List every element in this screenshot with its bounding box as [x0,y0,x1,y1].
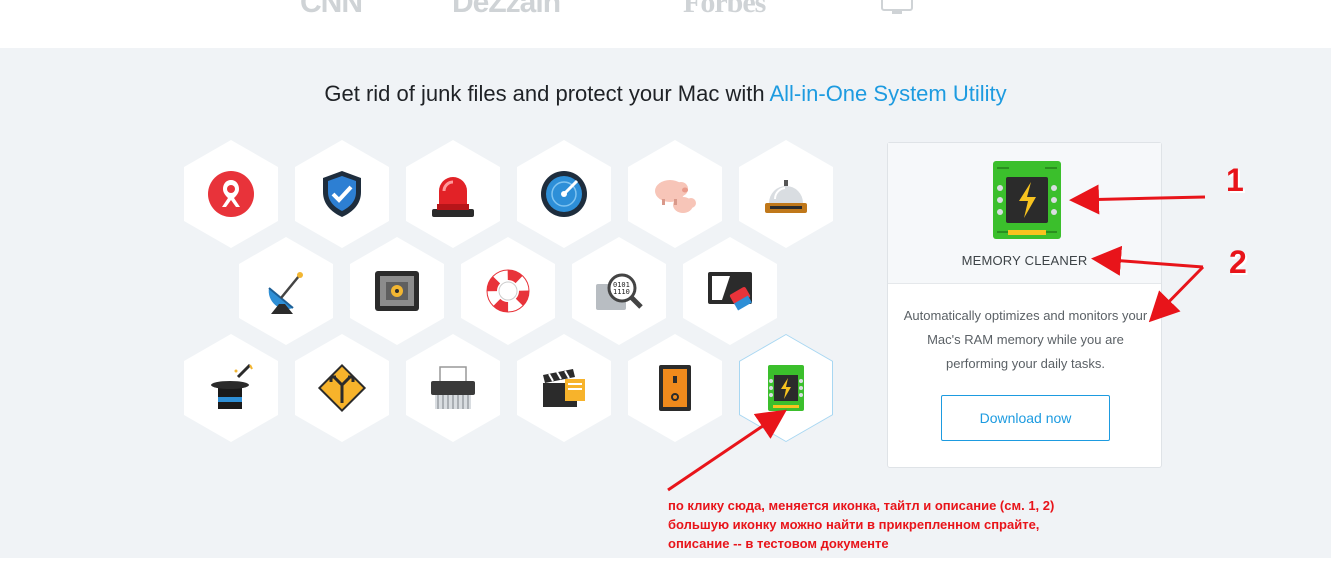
siren-alarm-icon [432,177,474,217]
memory-chip-large-icon [993,161,1061,239]
shield-check-icon [323,171,361,217]
card-header: MEMORY CLEANER [888,143,1161,284]
annotation-note-line: по клику сюда, меняется иконка, тайтл и … [668,498,1055,513]
annotation-note-line: описание -- в тестовом документе [668,536,889,551]
monitor-logo [880,0,1030,16]
section-headline: Get rid of junk files and protect your M… [0,81,1331,107]
app-detail-card: MEMORY CLEANER Automatically optimizes a… [887,142,1162,468]
headline-accent-link[interactable]: All-in-One System Utility [769,81,1006,106]
screen-eraser-icon [708,272,752,311]
satellite-dish-icon [268,272,303,314]
annotation-note: по клику сюда, меняется иконка, тайтл и … [668,496,1054,553]
lifebuoy-icon [486,269,530,313]
forbes-logo: Forbes [683,0,798,16]
anti-theft-icon [208,171,254,217]
card-description: Automatically optimizes and monitors you… [903,308,1148,371]
power-switch-icon [659,365,691,411]
press-logos-bar: CNN DeZzain Forbes [0,0,1331,48]
magic-hat-icon [211,363,253,409]
safe-vault-icon [375,271,419,311]
clapperboard-files-icon [543,369,585,407]
cnn-logo: CNN [300,0,370,16]
radar-scan-icon [541,171,587,217]
annotation-note-line: большую иконку можно найти в прикрепленн… [668,517,1040,532]
binary-magnifier-icon: 01011110 [596,273,643,310]
annotation-number-1: 1 [1226,162,1244,198]
svg-text:1110: 1110 [613,288,630,296]
headline-text: Get rid of junk files and protect your M… [324,81,770,106]
road-sign-icon [317,363,367,413]
memory-chip-icon [768,365,804,411]
shredder-icon [431,366,475,409]
card-title: MEMORY CLEANER [961,253,1088,268]
download-now-button[interactable]: Download now [941,395,1110,441]
pigs-duplicates-icon [655,180,696,213]
annotation-number-2: 2 [1229,244,1247,280]
service-bell-icon [765,180,807,213]
dezzain-logo: DeZzain [452,0,602,16]
